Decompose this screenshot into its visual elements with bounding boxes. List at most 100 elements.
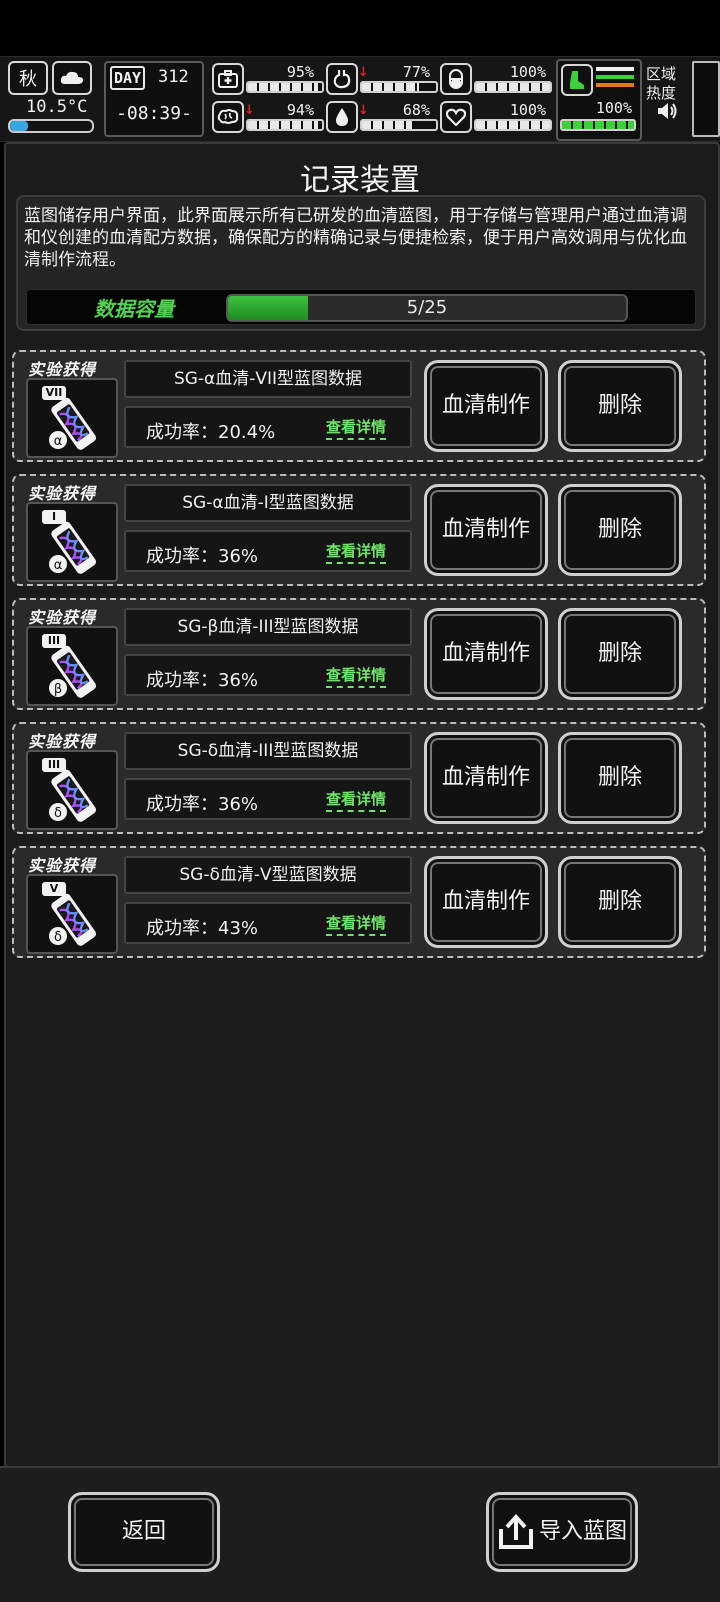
blueprint-card: 实验获得 III δ SG-δ血清-III型蓝图数据 成功率：36% 查看详情 … [12,722,706,834]
stomach-value: 77% [402,63,430,81]
success-rate: 成功率：20.4% [146,422,276,443]
heart-icon [440,101,472,133]
blueprint-card: 实验获得 V δ SG-δ血清-V型蓝图数据 成功率：43% 查看详情 血清制作… [12,846,706,958]
view-details-link[interactable]: 查看详情 [326,788,387,812]
view-details-link[interactable]: 查看详情 [326,912,387,936]
success-rate-box: 成功率：43% 查看详情 [124,902,412,944]
delete-button[interactable]: 删除 [558,484,682,576]
acquired-tag: 实验获得 [28,856,97,875]
heart-value: 100% [509,101,546,119]
water-value: 68% [402,101,430,119]
acquired-tag: 实验获得 [28,732,97,751]
brain-bar [246,119,324,131]
brain-value: 94% [286,101,314,119]
boot-icon [561,64,593,96]
pill-value: 100% [509,63,546,81]
greek-symbol: β [54,682,62,697]
greek-symbol: α [54,434,63,449]
pill-bar [474,81,552,93]
water-bar-fill [362,121,413,129]
make-serum-button[interactable]: 血清制作 [424,484,548,576]
blueprint-name: SG-δ血清-V型蓝图数据 [124,856,412,894]
acquired-tag: 实验获得 [28,360,97,379]
water-drop-icon [326,101,358,133]
make-serum-button[interactable]: 血清制作 [424,360,548,452]
delete-button[interactable]: 删除 [558,360,682,452]
import-blueprint-label: 导入蓝图 [539,1519,628,1544]
page-title: 记录装置 [300,163,420,198]
blueprint-name: SG-α血清-I型蓝图数据 [124,484,412,522]
view-details-link[interactable]: 查看详情 [326,664,387,688]
medkit-icon [212,63,244,95]
back-button-label: 返回 [121,1519,166,1544]
serum-vial-icon: α [49,521,97,574]
season-badge: 秋 [8,61,48,95]
greek-symbol: δ [54,930,62,945]
success-rate: 成功率：43% [146,918,259,939]
stamina-bar [560,119,636,131]
health-value: 95% [286,63,314,81]
water-down-arrow-icon: ↓ [358,103,369,118]
cloud-icon [52,61,92,95]
import-blueprint-button[interactable]: 导入蓝图 [486,1492,638,1572]
acquired-tag: 实验获得 [28,608,97,627]
blueprint-card: 实验获得 I α SG-α血清-I型蓝图数据 成功率：36% 查看详情 血清制作… [12,474,706,586]
blueprint-card: 实验获得 III β SG-β血清-III型蓝图数据 成功率：36% 查看详情 … [12,598,706,710]
day-number: 312 [158,67,189,87]
day-time-panel: DAY 312 -08:39- [104,61,204,137]
blueprint-name: SG-δ血清-III型蓝图数据 [124,732,412,770]
success-rate: 成功率：36% [146,670,259,691]
speaker-icon[interactable] [656,101,678,125]
day-label: DAY [110,66,146,90]
status-hud: 秋 10.5°C DAY 312 -08:39- 95% ↓ 77% 100% … [0,56,720,142]
success-rate-box: 成功率：36% 查看详情 [124,530,412,572]
temperature-readout: 10.5°C [26,97,88,117]
heart-bar [474,119,552,131]
success-rate-box: 成功率：20.4% 查看详情 [124,406,412,448]
blueprint-name: SG-α血清-VII型蓝图数据 [124,360,412,398]
delete-button[interactable]: 删除 [558,732,682,824]
pill-bar-fill [476,83,550,91]
serum-vial-icon: β [49,645,97,698]
clock-time: -08:39- [116,103,192,124]
delete-button[interactable]: 删除 [558,608,682,700]
zone-heat-meter [692,61,720,137]
view-details-link[interactable]: 查看详情 [326,416,387,440]
blueprint-card: 实验获得 VII α SG-α血清-VII型蓝图数据 成功率：20.4% 查看详… [12,350,706,462]
water-bar [360,119,438,131]
serum-vial-icon: δ [49,893,97,946]
success-rate: 成功率：36% [146,794,259,815]
stomach-icon [326,63,358,95]
success-rate: 成功率：36% [146,546,259,567]
success-rate-box: 成功率：36% 查看详情 [124,654,412,696]
greek-symbol: δ [54,806,62,821]
delete-button[interactable]: 删除 [558,856,682,948]
stomach-down-arrow-icon: ↓ [358,65,369,80]
greek-symbol: α [54,558,63,573]
upload-icon [499,1513,533,1555]
season-label: 秋 [19,69,37,90]
temperature-gauge [8,119,94,133]
success-rate-box: 成功率：36% 查看详情 [124,778,412,820]
capacity-text: 5/25 [406,297,448,318]
brain-icon [212,101,244,133]
make-serum-button[interactable]: 血清制作 [424,856,548,948]
health-bar-fill [248,83,319,91]
health-bar [246,81,324,93]
stamina-bar-fill [562,121,634,129]
back-button[interactable]: 返回 [68,1492,220,1572]
stamina-panel: 100% [556,59,642,141]
capacity-bar: 5/25 [226,294,628,322]
brain-bar-fill [248,121,318,129]
stomach-bar [360,81,438,93]
description-text: 蓝图储存用户界面，此界面展示所有已研发的血清蓝图，用于存储与管理用户通过血清调和… [24,206,687,270]
view-details-link[interactable]: 查看详情 [326,540,387,564]
stamina-value: 100% [595,99,632,117]
stomach-bar-fill [362,83,419,91]
serum-vial-icon: δ [49,769,97,822]
make-serum-button[interactable]: 血清制作 [424,608,548,700]
zone-heat-label: 区域 热度 [646,65,677,102]
heart-bar-fill [476,121,550,129]
make-serum-button[interactable]: 血清制作 [424,732,548,824]
acquired-tag: 实验获得 [28,484,97,503]
